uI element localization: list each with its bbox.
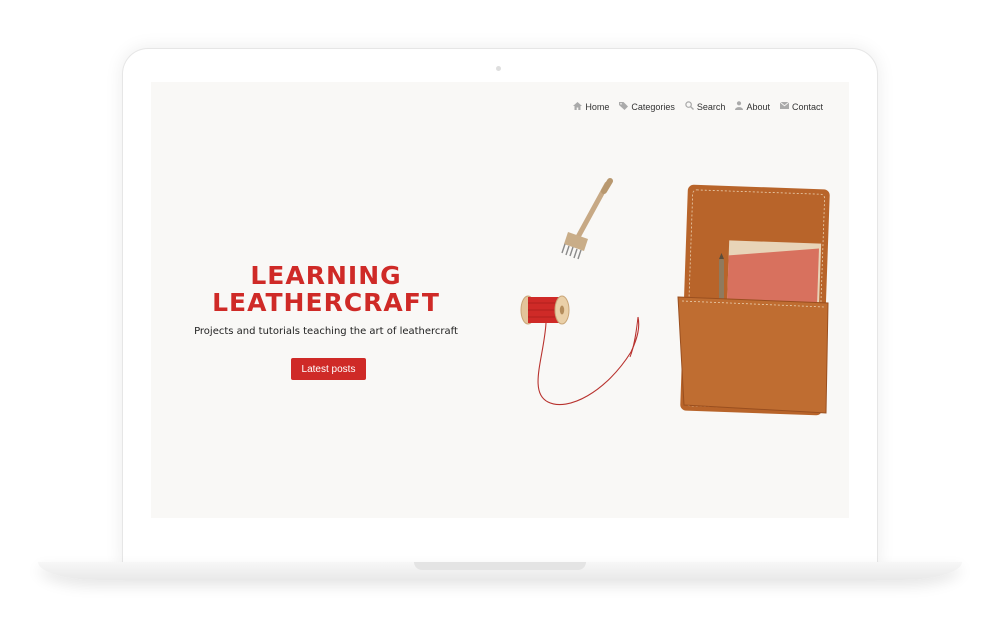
nav-home[interactable]: Home (573, 101, 610, 112)
nav-search-label: Search (696, 101, 726, 112)
nav-home-label: Home (585, 101, 610, 112)
envelope-icon (779, 101, 790, 111)
nav-categories[interactable]: Categories (619, 101, 675, 112)
laptop-notch (414, 562, 586, 570)
main-nav: Home Categories Search About Contact (573, 101, 823, 112)
user-icon (735, 101, 744, 112)
stitching-chisel-image (561, 178, 613, 260)
nav-about-label: About (746, 101, 770, 112)
tag-icon (619, 101, 629, 112)
nav-categories-label: Categories (631, 101, 675, 112)
hero-illustration (520, 178, 830, 416)
thread-spool-image (520, 295, 640, 406)
latest-posts-button[interactable]: Latest posts (291, 358, 366, 380)
nav-contact[interactable]: Contact (779, 101, 823, 112)
hero-title: LEARNING LEATHERCRAFT (201, 262, 451, 316)
webcam (496, 66, 501, 71)
nav-contact-label: Contact (791, 101, 823, 112)
home-icon (573, 101, 583, 112)
website-screen: Home Categories Search About Contact LEA… (151, 82, 849, 518)
leather-notebook-image (677, 184, 830, 416)
search-icon (685, 101, 694, 112)
nav-about[interactable]: About (735, 101, 770, 112)
nav-search[interactable]: Search (685, 101, 726, 112)
hero-title-line2: LEATHERCRAFT (212, 288, 440, 317)
hero-title-line1: LEARNING (250, 261, 402, 290)
hero-subtitle: Projects and tutorials teaching the art … (194, 326, 458, 337)
